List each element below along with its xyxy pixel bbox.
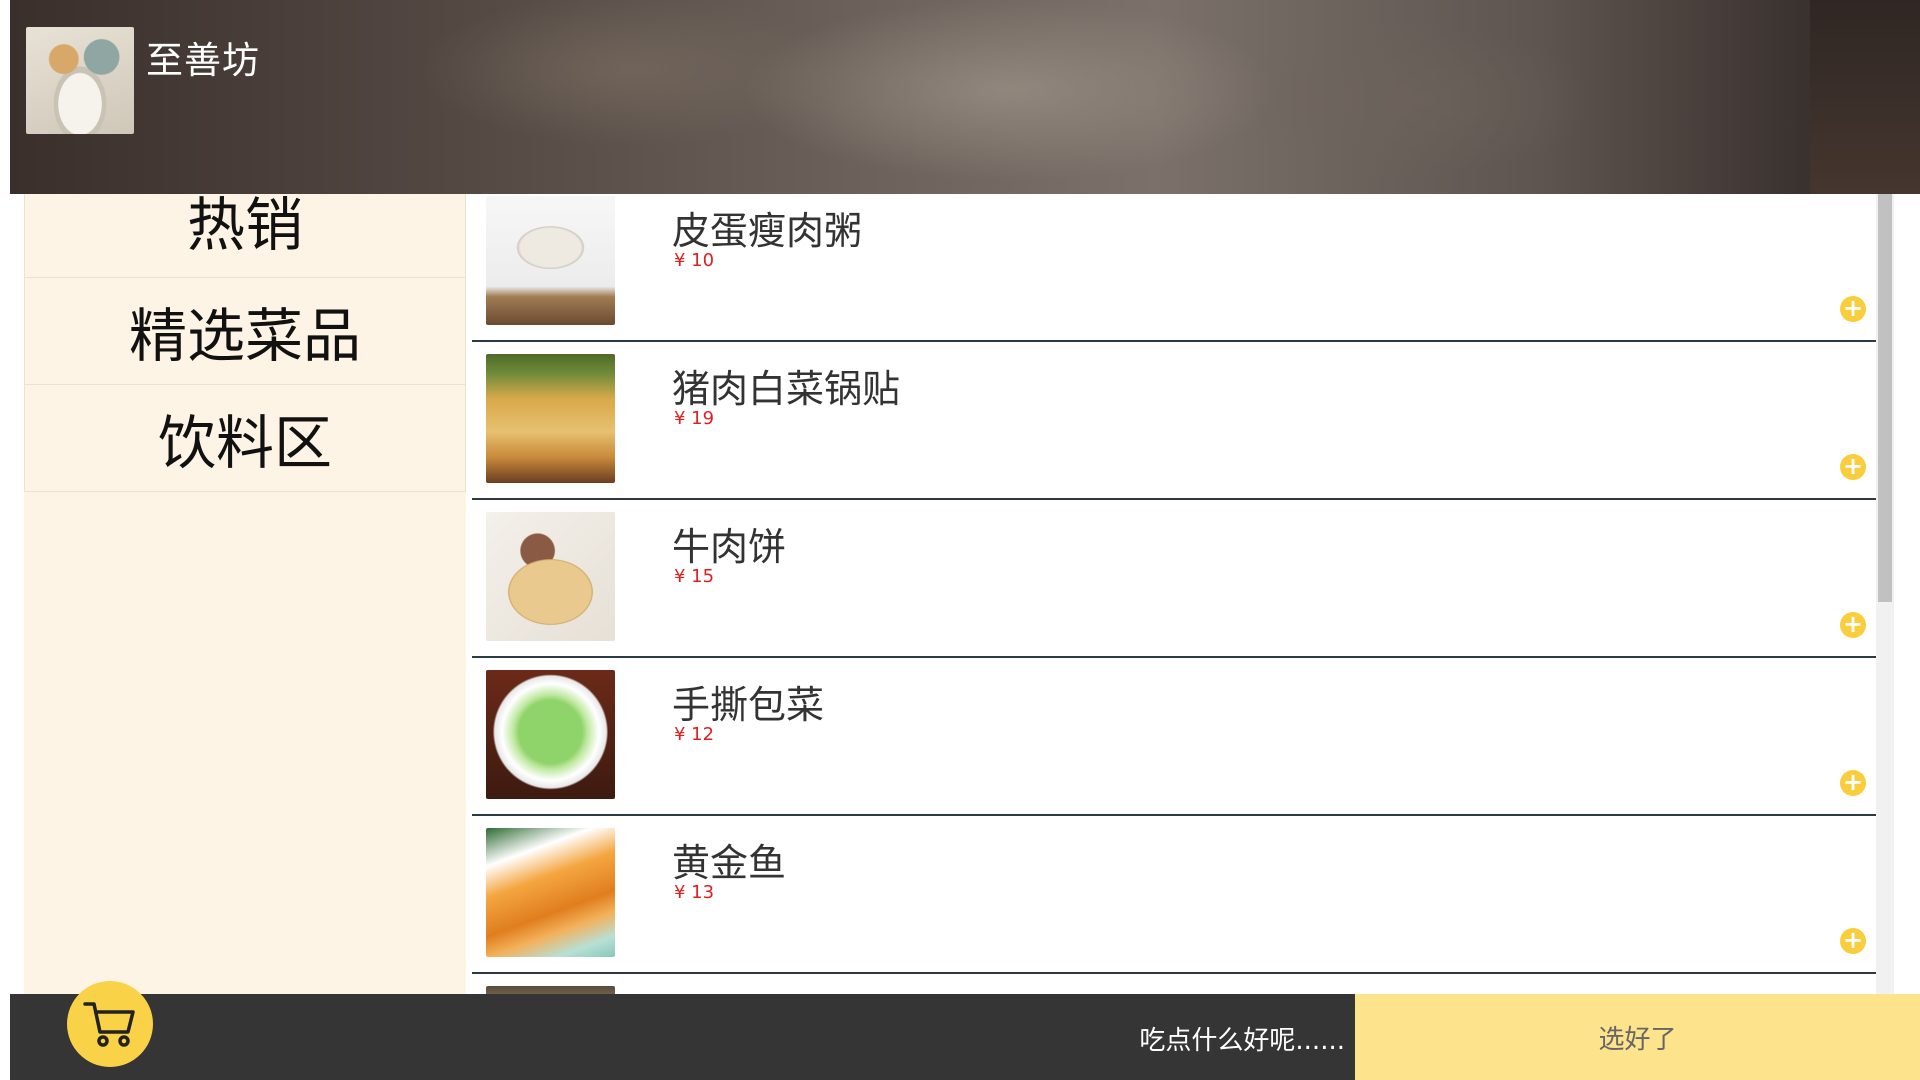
dish-item: 牛肉饼 ¥ 15 + [472, 500, 1876, 658]
category-featured[interactable]: 精选菜品 [24, 278, 466, 385]
shop-logo [26, 27, 134, 134]
confirm-order-button[interactable]: 选好了 [1355, 994, 1920, 1080]
dish-image [486, 512, 615, 641]
category-label: 热销 [186, 191, 303, 259]
shop-name: 至善坊 [146, 39, 260, 82]
dish-name: 皮蛋瘦肉粥 [672, 209, 863, 253]
dish-item: 手撕包菜 ¥ 12 + [472, 658, 1876, 816]
add-to-cart-button[interactable]: + [1840, 454, 1866, 480]
cart-hint-text: 吃点什么好呢...... [1139, 1026, 1345, 1056]
add-to-cart-button[interactable]: + [1840, 770, 1866, 796]
shopping-cart-icon [83, 1002, 135, 1047]
scrollbar-thumb[interactable] [1878, 194, 1892, 602]
dish-image [486, 196, 615, 325]
header-edge-decoration [1810, 0, 1920, 194]
dish-name: 牛肉饼 [672, 525, 787, 569]
app-root: 至善坊 热销 精选菜品 饮料区 皮蛋瘦肉粥 ¥ 10 + 猪肉白菜锅贴 ¥ 19… [0, 0, 1920, 1080]
dish-item: 皮蛋瘦肉粥 ¥ 10 + [472, 194, 1876, 342]
plus-circle-icon: + [1842, 926, 1864, 954]
dish-item-partial [472, 974, 1876, 994]
plus-circle-icon: + [1842, 768, 1864, 796]
category-label: 精选菜品 [128, 302, 361, 370]
cart-button[interactable] [67, 981, 153, 1067]
add-to-cart-button[interactable]: + [1840, 928, 1866, 954]
dish-price: ¥ 13 [674, 882, 715, 903]
plus-circle-icon: + [1842, 610, 1864, 638]
cart-bar: 吃点什么好呢...... 选好了 [10, 981, 1920, 1080]
dish-image [486, 986, 615, 994]
dish-name: 猪肉白菜锅贴 [672, 367, 901, 411]
dish-name: 黄金鱼 [672, 841, 787, 885]
add-to-cart-button[interactable]: + [1840, 612, 1866, 638]
dish-image [486, 670, 615, 799]
dish-list[interactable]: 皮蛋瘦肉粥 ¥ 10 + 猪肉白菜锅贴 ¥ 19 + 牛肉饼 ¥ 15 + 手撕… [472, 194, 1876, 994]
category-label: 饮料区 [157, 409, 332, 477]
plus-circle-icon: + [1842, 452, 1864, 480]
category-drinks[interactable]: 饮料区 [24, 385, 466, 492]
dish-name: 手撕包菜 [672, 683, 825, 727]
dish-image [486, 354, 615, 483]
add-to-cart-button[interactable]: + [1840, 296, 1866, 322]
category-hot[interactable]: 热销 [24, 194, 466, 278]
header-banner: 至善坊 [10, 0, 1920, 194]
dish-price: ¥ 19 [674, 408, 715, 429]
dish-item: 黄金鱼 ¥ 13 + [472, 816, 1876, 974]
dish-price: ¥ 15 [674, 566, 715, 587]
dish-list-scrollbar[interactable] [1876, 194, 1894, 1002]
dish-price: ¥ 12 [674, 724, 715, 745]
dish-item: 猪肉白菜锅贴 ¥ 19 + [472, 342, 1876, 500]
dish-image [486, 828, 615, 957]
plus-circle-icon: + [1842, 294, 1864, 322]
dish-price: ¥ 10 [674, 250, 715, 271]
category-sidebar: 热销 精选菜品 饮料区 [24, 194, 466, 994]
